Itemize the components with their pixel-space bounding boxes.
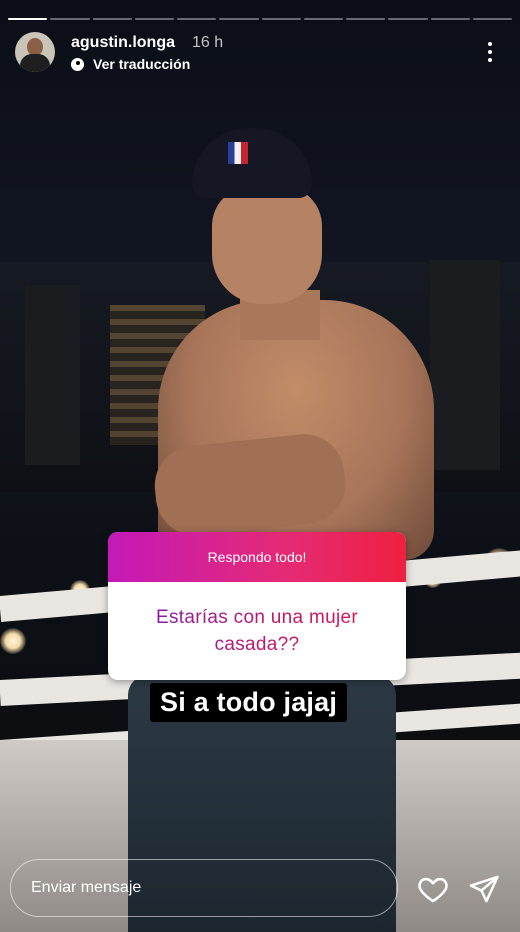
sticker-body: Estarías con una mujer casada??	[108, 582, 406, 680]
progress-segment	[430, 18, 470, 20]
story-header: agustin.longa 16 h Ver traducción	[15, 32, 520, 76]
person-face	[212, 186, 322, 304]
building	[430, 260, 500, 470]
progress-segment	[8, 18, 48, 20]
more-vertical-icon[interactable]	[480, 42, 500, 62]
translate-label: Ver traducción	[93, 56, 191, 72]
send-icon[interactable]	[467, 872, 501, 906]
progress-segment	[92, 18, 132, 20]
sticker-header: Respondo todo!	[108, 532, 406, 582]
progress-segment	[346, 18, 386, 20]
progress-segment	[303, 18, 343, 20]
progress-segment	[261, 18, 301, 20]
progress-segment	[472, 18, 512, 20]
sticker-question: Estarías con una mujer casada??	[128, 604, 386, 658]
translate-link[interactable]: Ver traducción	[71, 56, 190, 72]
answer-caption: Si a todo jajaj	[150, 683, 348, 722]
story-progress-bar	[8, 18, 512, 20]
progress-segment	[219, 18, 259, 20]
user-avatar-icon[interactable]	[15, 32, 55, 72]
progress-segment	[388, 18, 428, 20]
question-sticker[interactable]: Respondo todo! Estarías con una mujer ca…	[108, 532, 406, 680]
reply-input[interactable]	[10, 859, 398, 917]
post-time: 16 h	[192, 34, 224, 51]
person-cap	[192, 128, 312, 198]
avatar-body	[20, 54, 50, 72]
username[interactable]: agustin.longa	[71, 34, 175, 52]
light-bokeh	[0, 628, 26, 654]
progress-segment	[134, 18, 174, 20]
cap-flag-logo	[228, 142, 248, 164]
translate-icon	[71, 57, 84, 71]
progress-segment	[177, 18, 217, 20]
progress-segment	[50, 18, 90, 20]
heart-icon[interactable]	[416, 872, 450, 906]
story-photo	[0, 0, 520, 932]
building	[25, 285, 80, 465]
